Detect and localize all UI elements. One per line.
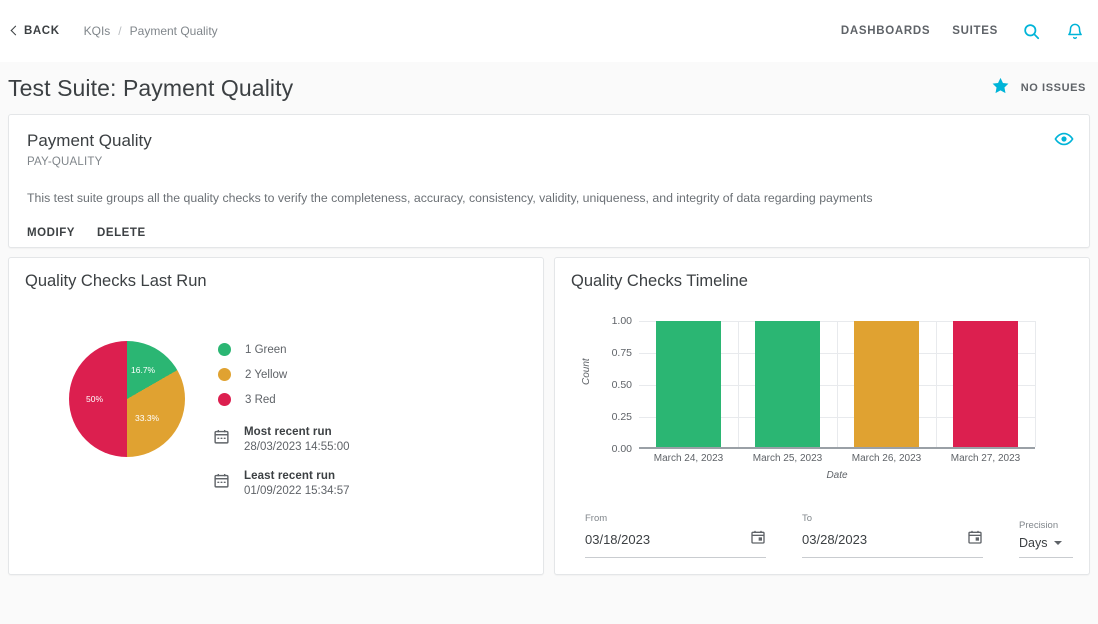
from-date-value: 03/18/2023 <box>585 532 651 547</box>
breadcrumb-item-payment-quality[interactable]: Payment Quality <box>130 24 218 38</box>
run-info-list: Most recent run 28/03/2023 14:55:00 Leas… <box>213 426 350 497</box>
eye-icon[interactable] <box>1051 126 1077 152</box>
nav-link-dashboards[interactable]: DASHBOARDS <box>841 25 930 37</box>
bar-march-24[interactable] <box>655 321 722 447</box>
x-axis-tick: March 27, 2023 <box>950 453 1021 464</box>
x-axis-title: Date <box>826 470 848 481</box>
gridline: 0.00 <box>612 443 1035 455</box>
to-date-field: To 03/28/2023 <box>802 513 984 558</box>
most-recent-run-value: 28/03/2023 14:55:00 <box>244 441 350 453</box>
pie-panel-title: Quality Checks Last Run <box>25 272 207 290</box>
most-recent-run-label: Most recent run <box>244 426 332 438</box>
timeline-bar-chart: Count 1.00 0.75 0.50 0.25 0.00 March 24,… <box>571 313 1073 483</box>
precision-field: Precision Days <box>1019 520 1073 558</box>
to-date-value: 03/28/2023 <box>802 532 868 547</box>
breadcrumb-item-kqis[interactable]: KQIs <box>84 24 111 38</box>
x-axis-tick-labels: March 24, 2023 March 25, 2023 March 26, … <box>639 453 1035 464</box>
calendar-icon <box>213 472 230 494</box>
precision-label: Precision <box>1019 520 1059 531</box>
status-badge-label: NO ISSUES <box>1020 82 1086 94</box>
page-title: Test Suite: Payment Quality <box>8 74 294 101</box>
bell-icon[interactable] <box>1064 20 1086 42</box>
legend-label-yellow: 2 Yellow <box>245 368 288 381</box>
status-badge: NO ISSUES <box>991 76 1088 100</box>
bar-slot <box>837 321 936 447</box>
list-item: Least recent run 01/09/2022 15:34:57 <box>213 470 350 497</box>
dashboard-panels: Quality Checks Last Run 16.7% 33.3% 50% … <box>8 257 1090 575</box>
breadcrumb-separator: / <box>118 24 122 38</box>
y-axis-tick: 1.00 <box>611 315 632 327</box>
calendar-icon[interactable] <box>967 529 983 550</box>
x-axis-tick: March 26, 2023 <box>851 453 922 464</box>
legend-item: 1 Green <box>213 337 350 362</box>
legend-swatch-green <box>218 343 231 356</box>
search-icon[interactable] <box>1020 20 1042 42</box>
suite-actions: MODIFY DELETE <box>27 227 1071 239</box>
top-navigation-bar: BACK KQIs / Payment Quality DASHBOARDS S… <box>0 0 1098 62</box>
pie-slice-label-red: 50% <box>86 394 104 404</box>
nav-link-suites[interactable]: SUITES <box>952 25 998 37</box>
pie-chart: 16.7% 33.3% 50% <box>69 341 185 457</box>
bar-slot <box>738 321 837 447</box>
legend-label-red: 3 Red <box>245 393 276 406</box>
y-axis-tick: 0.25 <box>611 411 632 423</box>
suite-name: Payment Quality <box>27 131 152 150</box>
back-button-label: BACK <box>24 25 60 37</box>
legend-label-green: 1 Green <box>245 343 287 356</box>
legend-swatch-yellow <box>218 368 231 381</box>
list-item: Most recent run 28/03/2023 14:55:00 <box>213 426 350 453</box>
x-axis-tick: March 25, 2023 <box>752 453 823 464</box>
legend-swatch-red <box>218 393 231 406</box>
y-axis-tick: 0.75 <box>611 347 632 359</box>
suite-info-card: Payment Quality PAY-QUALITY This test su… <box>8 114 1090 248</box>
star-icon <box>991 76 1010 100</box>
pie-slice-label-yellow: 33.3% <box>135 413 160 423</box>
precision-value: Days <box>1019 536 1048 550</box>
pie-chart-legend: 1 Green 2 Yellow 3 Red Most recent run 2… <box>213 331 350 514</box>
modify-button[interactable]: MODIFY <box>27 227 75 239</box>
bar-slot <box>936 321 1035 447</box>
bar-slot <box>639 321 738 447</box>
bar-chart-plot-area: 1.00 0.75 0.50 0.25 0.00 <box>612 315 1036 455</box>
suite-description: This test suite groups all the quality c… <box>27 191 873 205</box>
legend-item: 2 Yellow <box>213 362 350 387</box>
pie-panel-body: 16.7% 33.3% 50% 1 Green 2 Yellow 3 Red M… <box>25 331 527 514</box>
to-date-label: To <box>802 513 813 524</box>
suite-code: PAY-QUALITY <box>27 156 103 168</box>
calendar-icon <box>213 428 230 450</box>
y-axis-tick: 0.50 <box>611 379 632 391</box>
bar-series <box>639 321 1035 447</box>
calendar-icon[interactable] <box>750 529 766 550</box>
y-axis-tick: 0.00 <box>611 443 632 455</box>
pie-slice-label-green: 16.7% <box>131 365 156 375</box>
bar-march-27[interactable] <box>952 321 1019 447</box>
bar-march-25[interactable] <box>754 321 821 447</box>
legend-item: 3 Red <box>213 387 350 412</box>
quality-checks-timeline-panel: Quality Checks Timeline Count 1.00 0.75 … <box>554 257 1090 575</box>
from-date-field: From 03/18/2023 <box>585 513 767 558</box>
x-axis-tick: March 24, 2023 <box>653 453 724 464</box>
to-date-input[interactable]: 03/28/2023 <box>802 529 984 558</box>
page-header: Test Suite: Payment Quality NO ISSUES <box>0 62 1098 114</box>
y-axis-title: Count <box>581 358 592 385</box>
from-date-label: From <box>585 513 608 524</box>
quality-checks-last-run-panel: Quality Checks Last Run 16.7% 33.3% 50% … <box>8 257 544 575</box>
bar-march-26[interactable] <box>853 321 920 447</box>
pie-chart-container: 16.7% 33.3% 50% <box>45 331 195 457</box>
chevron-left-icon <box>10 25 21 36</box>
breadcrumb: KQIs / Payment Quality <box>84 24 218 38</box>
timeline-filters: From 03/18/2023 To 03/28/2023 Precision … <box>585 513 1073 558</box>
precision-select[interactable]: Days <box>1019 536 1073 558</box>
from-date-input[interactable]: 03/18/2023 <box>585 529 767 558</box>
least-recent-run-value: 01/09/2022 15:34:57 <box>244 485 350 497</box>
least-recent-run-label: Least recent run <box>244 470 336 482</box>
back-button[interactable]: BACK <box>8 21 64 41</box>
vertical-gridline <box>1035 321 1036 447</box>
top-navigation-actions: DASHBOARDS SUITES <box>841 20 1086 42</box>
delete-button[interactable]: DELETE <box>97 227 146 239</box>
timeline-panel-title: Quality Checks Timeline <box>571 272 748 290</box>
chevron-down-icon[interactable] <box>1053 541 1062 545</box>
